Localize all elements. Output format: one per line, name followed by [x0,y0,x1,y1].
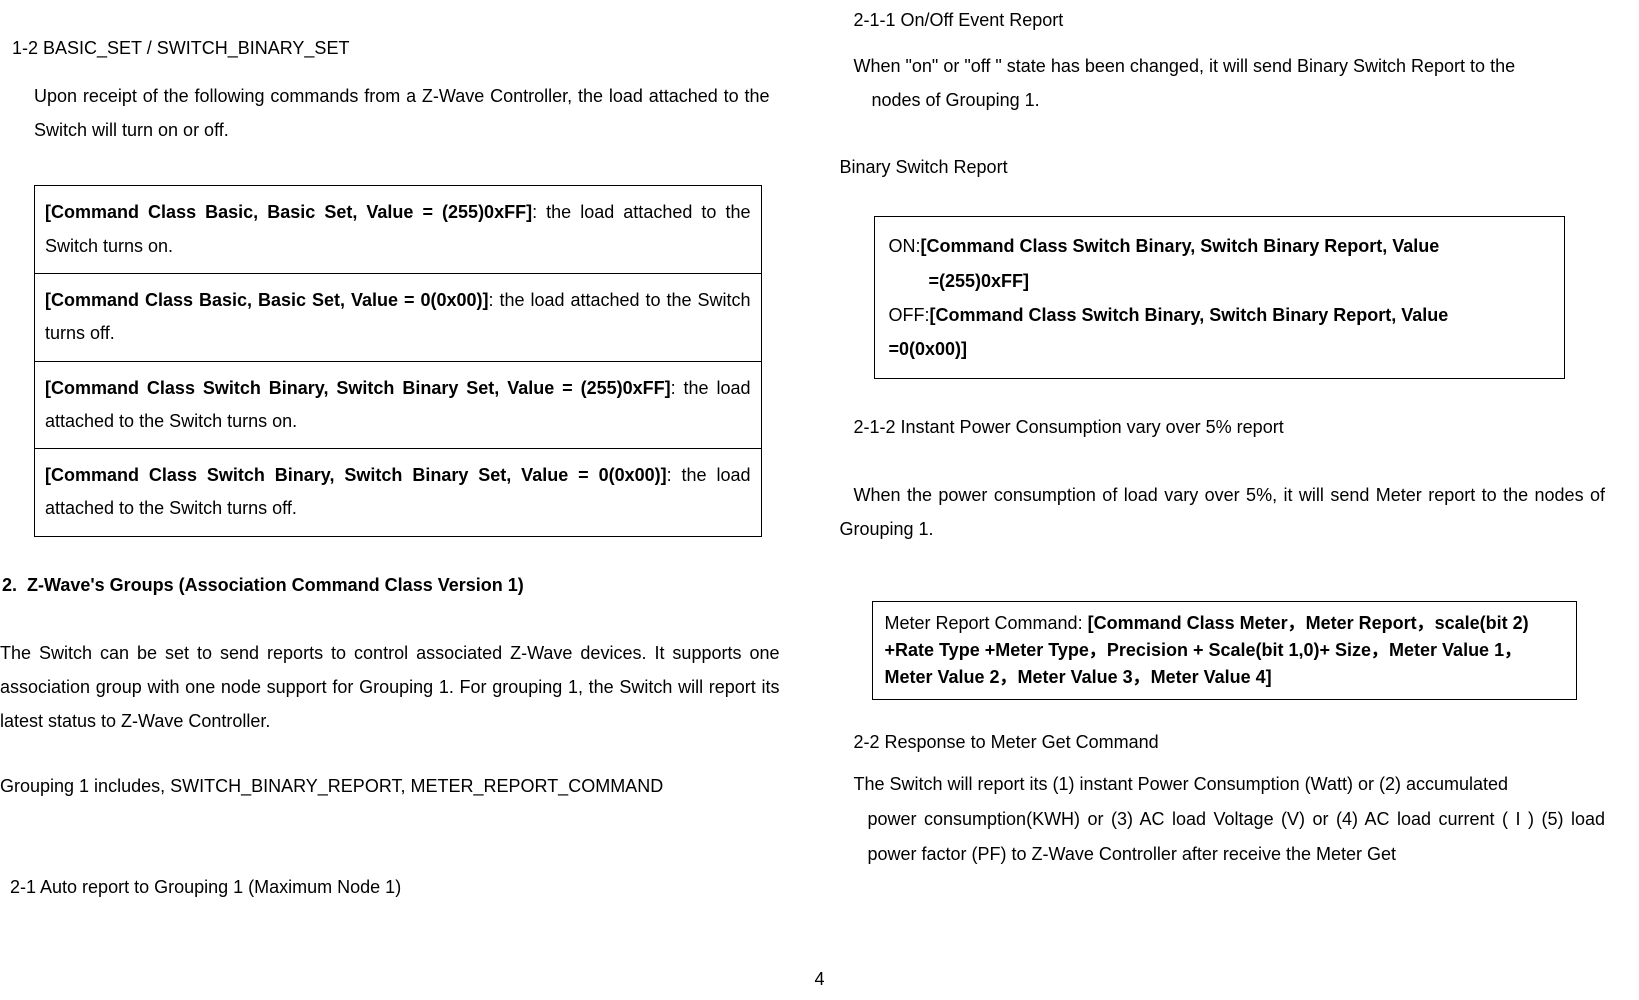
table-cell: [Command Class Switch Binary, Switch Bin… [35,449,762,537]
heading-2-1-1: 2-1-1 On/Off Event Report [854,10,1612,31]
heading-2-1-2: 2-1-2 Instant Power Consumption vary ove… [854,417,1612,438]
intro-paragraph: Upon receipt of the following commands f… [34,79,780,147]
meter-report-prefix: Meter Report Command: [885,613,1088,633]
heading-text: Z-Wave's Groups (Association Command Cla… [27,575,524,595]
heading-2-2: 2-2 Response to Meter Get Command [854,732,1612,753]
on-line2: =(255)0xFF] [889,264,1551,298]
off-command-l1: [Command Class Switch Binary, Switch Bin… [930,305,1449,325]
off-line: OFF:[Command Class Switch Binary, Switch… [889,298,1551,332]
body-paragraph: The Switch can be set to send reports to… [0,636,780,739]
off-line2: =0(0x00)] [889,332,1551,366]
command-text: [Command Class Switch Binary, Switch Bin… [45,378,671,398]
heading-1-2: 1-2 BASIC_SET / SWITCH_BINARY_SET [12,38,780,59]
p211-line2: nodes of Grouping 1. [854,83,1606,117]
table-row: [Command Class Basic, Basic Set, Value =… [35,186,762,274]
p22-line2: power consumption(KWH) or (3) AC load Vo… [854,802,1606,872]
table-cell: [Command Class Basic, Basic Set, Value =… [35,186,762,274]
on-command-l2: =(255)0xFF] [929,271,1030,291]
table-row: [Command Class Switch Binary, Switch Bin… [35,361,762,449]
command-text: [Command Class Basic, Basic Set, Value =… [45,202,532,222]
p22-line1: The Switch will report its (1) instant P… [854,774,1509,794]
paragraph-2-2: The Switch will report its (1) instant P… [854,767,1612,872]
paragraph-2-1-2: When the power consumption of load vary … [840,478,1612,546]
commands-table: [Command Class Basic, Basic Set, Value =… [34,185,762,536]
p211-line1: When "on" or "off " state has been chang… [854,56,1516,76]
meter-report-box: Meter Report Command: [Command Class Met… [872,601,1578,700]
p212-text: When the power consumption of load vary … [840,485,1606,539]
paragraph-2-1-1: When "on" or "off " state has been chang… [854,49,1612,117]
heading-number: 2. [2,575,27,595]
heading-2: 2.Z-Wave's Groups (Association Command C… [0,575,780,596]
table-row: [Command Class Switch Binary, Switch Bin… [35,449,762,537]
table-row: [Command Class Basic, Basic Set, Value =… [35,273,762,361]
document-page: 1-2 BASIC_SET / SWITCH_BINARY_SET Upon r… [0,0,1639,898]
table-cell: [Command Class Switch Binary, Switch Bin… [35,361,762,449]
table-cell: [Command Class Basic, Basic Set, Value =… [35,273,762,361]
binary-switch-report-heading: Binary Switch Report [840,157,1612,178]
command-text: [Command Class Switch Binary, Switch Bin… [45,465,667,485]
off-command-l2: =0(0x00)] [889,339,968,359]
on-prefix: ON: [889,236,921,256]
on-line: ON:[Command Class Switch Binary, Switch … [889,229,1551,263]
command-text: [Command Class Basic, Basic Set, Value =… [45,290,489,310]
page-number: 4 [0,969,1639,990]
grouping-line: Grouping 1 includes, SWITCH_BINARY_REPOR… [0,776,780,797]
off-prefix: OFF: [889,305,930,325]
left-column: 1-2 BASIC_SET / SWITCH_BINARY_SET Upon r… [0,0,820,898]
binary-switch-report-box: ON:[Command Class Switch Binary, Switch … [874,216,1566,379]
right-column: 2-1-1 On/Off Event Report When "on" or "… [820,0,1639,898]
heading-2-1: 2-1 Auto report to Grouping 1 (Maximum N… [10,877,780,898]
on-command-l1: [Command Class Switch Binary, Switch Bin… [921,236,1440,256]
